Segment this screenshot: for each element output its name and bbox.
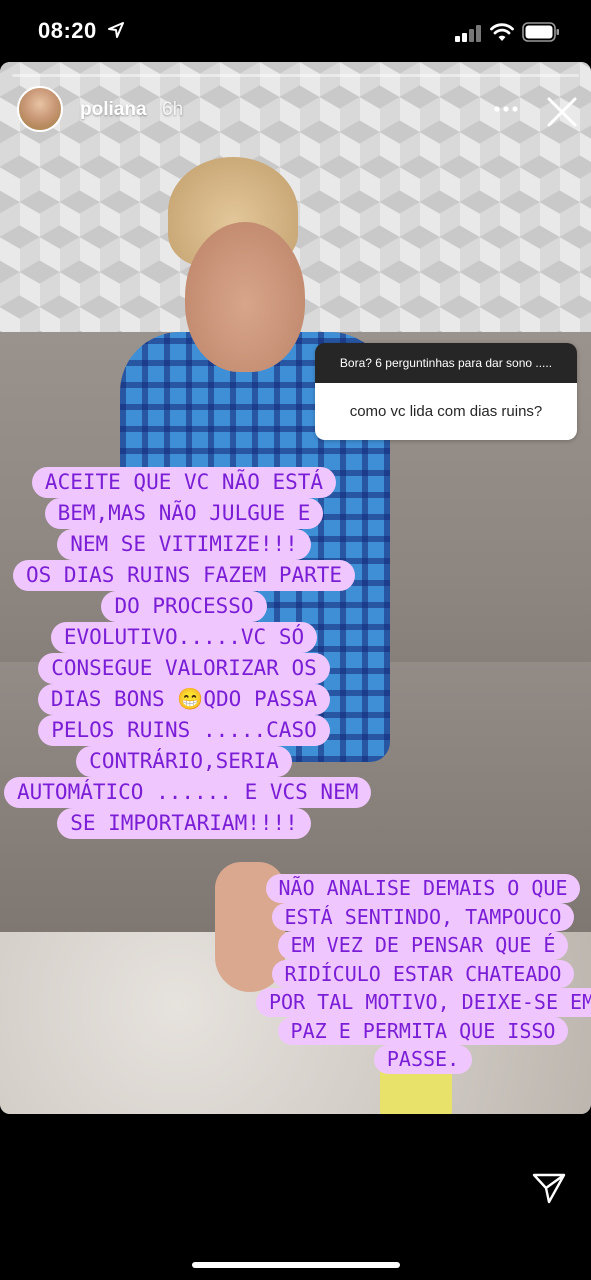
bottle [380, 1067, 452, 1114]
avatar[interactable] [17, 86, 63, 132]
status-time: 08:20 [38, 18, 97, 43]
caption-line: ACEITE QUE VC NÃO ESTÁ [31, 467, 337, 498]
question-sticker[interactable]: Bora? 6 perguntinhas para dar sono .....… [315, 343, 577, 440]
more-icon[interactable] [492, 98, 520, 120]
caption-block-2: NÃO ANALISE DEMAIS O QUE ESTÁ SENTINDO, … [256, 874, 591, 1074]
caption-line: SE IMPORTARIAM!!!! [57, 808, 311, 839]
caption-line: PAZ E PERMITA QUE ISSO [277, 1016, 569, 1045]
caption-line: AUTOMÁTICO ...... E VCS NEM [4, 777, 372, 808]
story-progress-bar [12, 74, 579, 77]
send-icon[interactable] [532, 1172, 566, 1204]
person-face [185, 222, 305, 372]
status-bar: 08:20 [0, 0, 591, 62]
question-title: Bora? 6 perguntinhas para dar sono ..... [315, 343, 577, 383]
story-username[interactable]: poliana [80, 99, 147, 121]
caption-line: DO PROCESSO [101, 591, 267, 622]
caption-line: EVOLUTIVO.....VC SÓ [50, 622, 318, 653]
caption-line: CONTRÁRIO,SERIA [76, 746, 292, 777]
story-view[interactable]: poliana 6h Bora? 6 perguntinhas para dar… [0, 62, 591, 1114]
caption-line: RIDÍCULO ESTAR CHATEADO [271, 959, 575, 988]
caption-line: BEM,MAS NÃO JULGUE E [44, 498, 324, 529]
wifi-icon [490, 23, 514, 41]
caption-line: NEM SE VITIMIZE!!! [57, 529, 311, 560]
location-arrow-icon [108, 22, 124, 38]
question-answer: como vc lida com dias ruins? [315, 383, 577, 440]
signal-icon [455, 25, 481, 42]
caption-line: DIAS BONS 😁QDO PASSA [37, 684, 331, 715]
caption-line: EM VEZ DE PENSAR QUE É [277, 931, 569, 960]
home-indicator[interactable] [192, 1262, 400, 1268]
battery-icon [522, 22, 559, 42]
caption-line: ESTÁ SENTINDO, TAMPOUCO [271, 902, 575, 931]
caption-block-1: ACEITE QUE VC NÃO ESTÁ BEM,MAS NÃO JULGU… [4, 467, 372, 839]
caption-line: OS DIAS RUINS FAZEM PARTE [12, 560, 356, 591]
close-icon[interactable] [546, 96, 578, 128]
story-time-ago: 6h [162, 99, 184, 120]
caption-line: CONSEGUE VALORIZAR OS [38, 653, 330, 684]
caption-line: POR TAL MOTIVO, DEIXE-SE EM [256, 988, 591, 1017]
caption-line: PASSE. [373, 1045, 473, 1074]
caption-line: PELOS RUINS .....CASO [38, 715, 330, 746]
caption-line: NÃO ANALISE DEMAIS O QUE [265, 874, 581, 903]
